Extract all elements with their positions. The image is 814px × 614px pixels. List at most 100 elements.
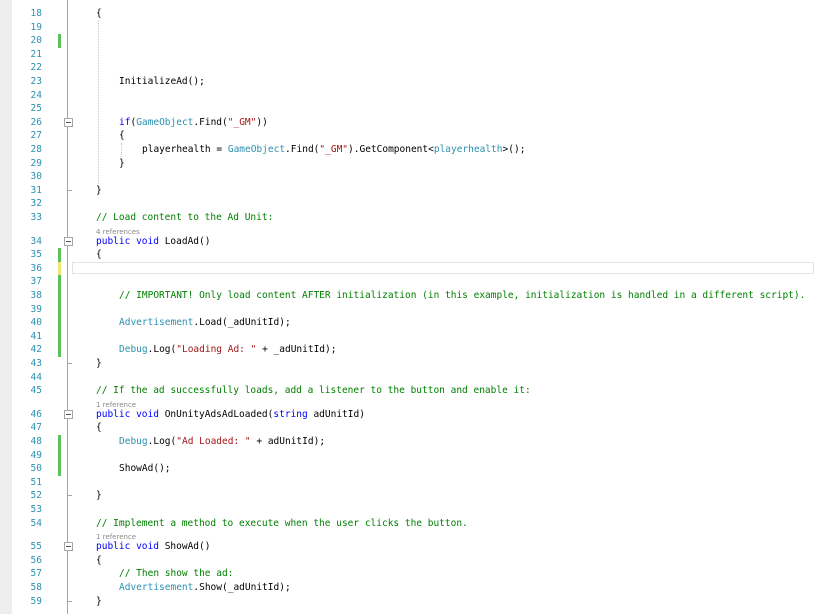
code-line[interactable]: 30 xyxy=(0,170,814,184)
code-line[interactable]: 38 // IMPORTANT! Only load content AFTER … xyxy=(0,289,814,303)
code-line[interactable]: 55 public void ShowAd() xyxy=(0,540,814,554)
line-number: 50 xyxy=(30,463,42,475)
code-comment: // IMPORTANT! Only load content AFTER in… xyxy=(119,290,806,301)
code-line[interactable]: 48 Debug.Log("Ad Loaded: " + adUnitId); xyxy=(0,435,814,449)
code-line[interactable]: 50 ShowAd(); xyxy=(0,462,814,476)
code-line[interactable]: 51 xyxy=(0,476,814,490)
keyword-token: public xyxy=(96,408,131,420)
keyword-token: void xyxy=(136,235,159,247)
type-token: Debug xyxy=(119,436,148,447)
code-line[interactable]: 25 xyxy=(0,102,814,116)
code-line[interactable]: 58 Advertisement.Show(_adUnitId); xyxy=(0,581,814,595)
string-literal: "Ad Loaded: " xyxy=(176,436,251,447)
code-text[interactable]: } xyxy=(119,157,125,171)
code-line[interactable]: 37 xyxy=(0,275,814,289)
code-line[interactable]: 31} xyxy=(0,184,814,198)
line-number: 23 xyxy=(30,76,42,87)
code-text[interactable]: public void ShowAd() xyxy=(96,540,210,554)
code-line[interactable]: 23 InitializeAd(); xyxy=(0,75,814,89)
code-text[interactable]: public void OnUnityAdsAdLoaded(string ad… xyxy=(96,408,365,422)
code-line[interactable]: 42 Debug.Log("Loading Ad: " + _adUnitId); xyxy=(0,343,814,357)
code-line[interactable]: 32 xyxy=(0,197,814,211)
keyword-token: if xyxy=(119,116,131,128)
keyword-token: void xyxy=(136,541,159,553)
code-line[interactable]: 47 { xyxy=(0,421,814,435)
code-text[interactable]: { xyxy=(119,129,125,143)
code-line[interactable]: 54 // Implement a method to execute when … xyxy=(0,517,814,531)
code-text[interactable]: Advertisement.Load(_adUnitId); xyxy=(119,316,291,330)
line-number: 57 xyxy=(30,568,42,580)
code-editor[interactable]: 18 {19 20 21 22 23 InitializeAd(); 24 25 26 if(Gam… xyxy=(0,0,814,614)
code-line[interactable]: 59} xyxy=(0,595,814,609)
code-text[interactable]: // Then show the ad: xyxy=(119,567,233,581)
code-line[interactable]: 56 { xyxy=(0,554,814,568)
code-line[interactable]: 19 xyxy=(0,21,814,35)
code-text[interactable]: { xyxy=(96,554,102,568)
code-text[interactable]: } xyxy=(96,489,102,503)
code-line[interactable]: 21 xyxy=(0,48,814,62)
code-line[interactable]: 49 xyxy=(0,448,814,463)
code-text[interactable]: public void LoadAd() xyxy=(96,235,210,249)
code-line[interactable]: 44 xyxy=(0,371,814,385)
code-text[interactable]: ShowAd(); xyxy=(119,462,171,476)
line-number: 30 xyxy=(30,171,42,183)
code-line[interactable]: 39 xyxy=(0,302,814,317)
current-line-highlight xyxy=(72,261,814,274)
code-text[interactable]: // If the ad successfully loads, add a l… xyxy=(96,384,531,398)
outline-end-tick xyxy=(67,189,72,191)
code-text[interactable]: { xyxy=(96,421,102,435)
code-line[interactable]: 29} xyxy=(0,157,814,171)
code-text[interactable]: Debug.Log("Ad Loaded: " + adUnitId); xyxy=(119,435,325,449)
code-text[interactable]: InitializeAd(); xyxy=(119,75,205,89)
keyword-token: public xyxy=(96,541,131,553)
code-text[interactable]: // Load content to the Ad Unit: xyxy=(96,211,273,225)
code-line[interactable]: 24 xyxy=(0,89,814,103)
code-line[interactable]: 26 if(GameObject.Find("_GM")) xyxy=(0,116,814,130)
collapse-icon[interactable] xyxy=(64,117,73,127)
line-number: 39 xyxy=(30,303,42,315)
type-token: GameObject xyxy=(136,116,194,128)
code-line[interactable]: 20 xyxy=(0,34,814,48)
code-text[interactable]: if(GameObject.Find("_GM")) xyxy=(119,116,268,130)
code-line[interactable]: 27 { xyxy=(0,129,814,143)
code-text[interactable]: Debug.Log("Loading Ad: " + _adUnitId); xyxy=(119,343,336,357)
code-line[interactable]: 53 xyxy=(0,503,814,517)
collapse-icon[interactable] xyxy=(64,542,73,552)
code-text[interactable]: // IMPORTANT! Only load content AFTER in… xyxy=(119,289,805,303)
code-text[interactable]: { xyxy=(96,7,102,21)
keyword-token: void xyxy=(136,408,159,420)
code-text[interactable]: } xyxy=(96,595,102,609)
code-line[interactable]: 46 public void OnUnityAdsAdLoaded(string … xyxy=(0,408,814,422)
code-line[interactable]: 34 public void LoadAd() xyxy=(0,235,814,249)
collapse-icon[interactable] xyxy=(64,236,73,246)
code-line[interactable]: 33 // Load content to the Ad Unit: xyxy=(0,211,814,225)
line-number: 41 xyxy=(30,330,42,342)
code-text[interactable]: } xyxy=(96,357,102,371)
code-line[interactable]: 45 // If the ad successfully loads, add a… xyxy=(0,384,814,398)
code-line[interactable]: 57 // Then show the ad: xyxy=(0,567,814,581)
code-line[interactable]: 43} xyxy=(0,357,814,371)
code-text[interactable]: playerhealth = GameObject.Find("_GM").Ge… xyxy=(142,143,525,157)
indent-guide xyxy=(98,20,99,184)
line-number: 38 xyxy=(30,290,42,301)
code-line[interactable]: 41 xyxy=(0,329,814,344)
code-line[interactable]: 40 Advertisement.Load(_adUnitId); xyxy=(0,316,814,330)
code-line[interactable]: 35 { xyxy=(0,248,814,262)
code-text[interactable]: // Implement a method to execute when th… xyxy=(96,517,468,531)
line-number: 46 xyxy=(30,408,42,420)
code-text[interactable]: Advertisement.Show(_adUnitId); xyxy=(119,581,291,595)
line-number: 34 xyxy=(30,235,42,247)
code-line[interactable]: 18 { xyxy=(0,7,814,21)
type-token: Advertisement xyxy=(119,582,194,593)
code-line[interactable]: 36 xyxy=(0,261,814,276)
collapse-icon[interactable] xyxy=(64,409,73,419)
code-line[interactable]: 52} xyxy=(0,489,814,503)
line-number: 29 xyxy=(30,157,42,169)
code-line[interactable]: 22 xyxy=(0,61,814,75)
code-text[interactable]: { xyxy=(96,248,102,262)
line-number: 28 xyxy=(30,144,42,155)
line-number: 42 xyxy=(30,344,42,356)
string-literal: "Loading Ad: " xyxy=(176,344,257,356)
code-text[interactable]: } xyxy=(96,184,102,198)
code-line[interactable]: 28 playerhealth = GameObject.Find("_GM").… xyxy=(0,143,814,157)
